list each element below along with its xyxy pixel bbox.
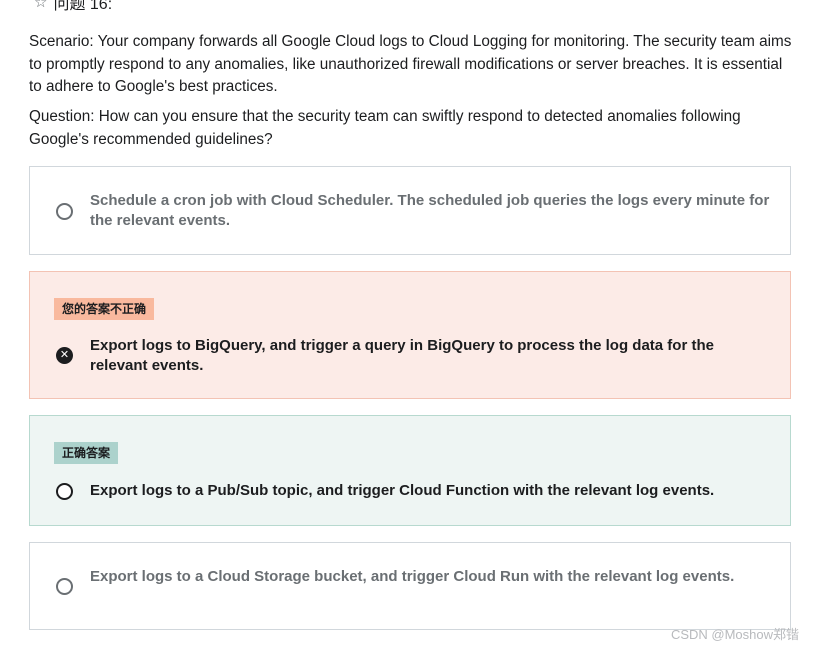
incorrect-answer-badge: 您的答案不正确 [54, 298, 155, 320]
star-outline-icon[interactable]: ☆ [34, 0, 47, 11]
option-text: Export logs to a Cloud Storage bucket, a… [90, 568, 735, 585]
radio-unchecked-icon[interactable] [56, 578, 73, 595]
correct-answer-badge: 正确答案 [54, 442, 119, 464]
radio-unchecked-icon[interactable] [56, 203, 73, 220]
watermark: CSDN @Moshow郑锴 [670, 627, 799, 642]
answer-option-4[interactable]: Export logs to a Cloud Storage bucket, a… [29, 542, 791, 630]
radio-unchecked-icon[interactable] [56, 483, 73, 500]
scenario-text: Scenario: Your company forwards all Goog… [29, 33, 792, 95]
option-text: Schedule a cron job with Cloud Scheduler… [90, 192, 770, 229]
option-text: Export logs to a Pub/Sub topic, and trig… [90, 482, 715, 499]
question-header: ☆ 问题 16: [34, 0, 112, 14]
answer-option-2[interactable]: 您的答案不正确 ✕ Export logs to BigQuery, and t… [29, 271, 791, 399]
option-text: Export logs to BigQuery, and trigger a q… [90, 337, 714, 374]
question-text: Question: How can you ensure that the se… [29, 108, 741, 148]
question-number: 问题 16: [53, 0, 113, 13]
x-circle-icon[interactable]: ✕ [56, 347, 73, 364]
answer-option-1[interactable]: Schedule a cron job with Cloud Scheduler… [29, 166, 791, 255]
answer-option-3[interactable]: 正确答案 Export logs to a Pub/Sub topic, and… [29, 415, 791, 526]
